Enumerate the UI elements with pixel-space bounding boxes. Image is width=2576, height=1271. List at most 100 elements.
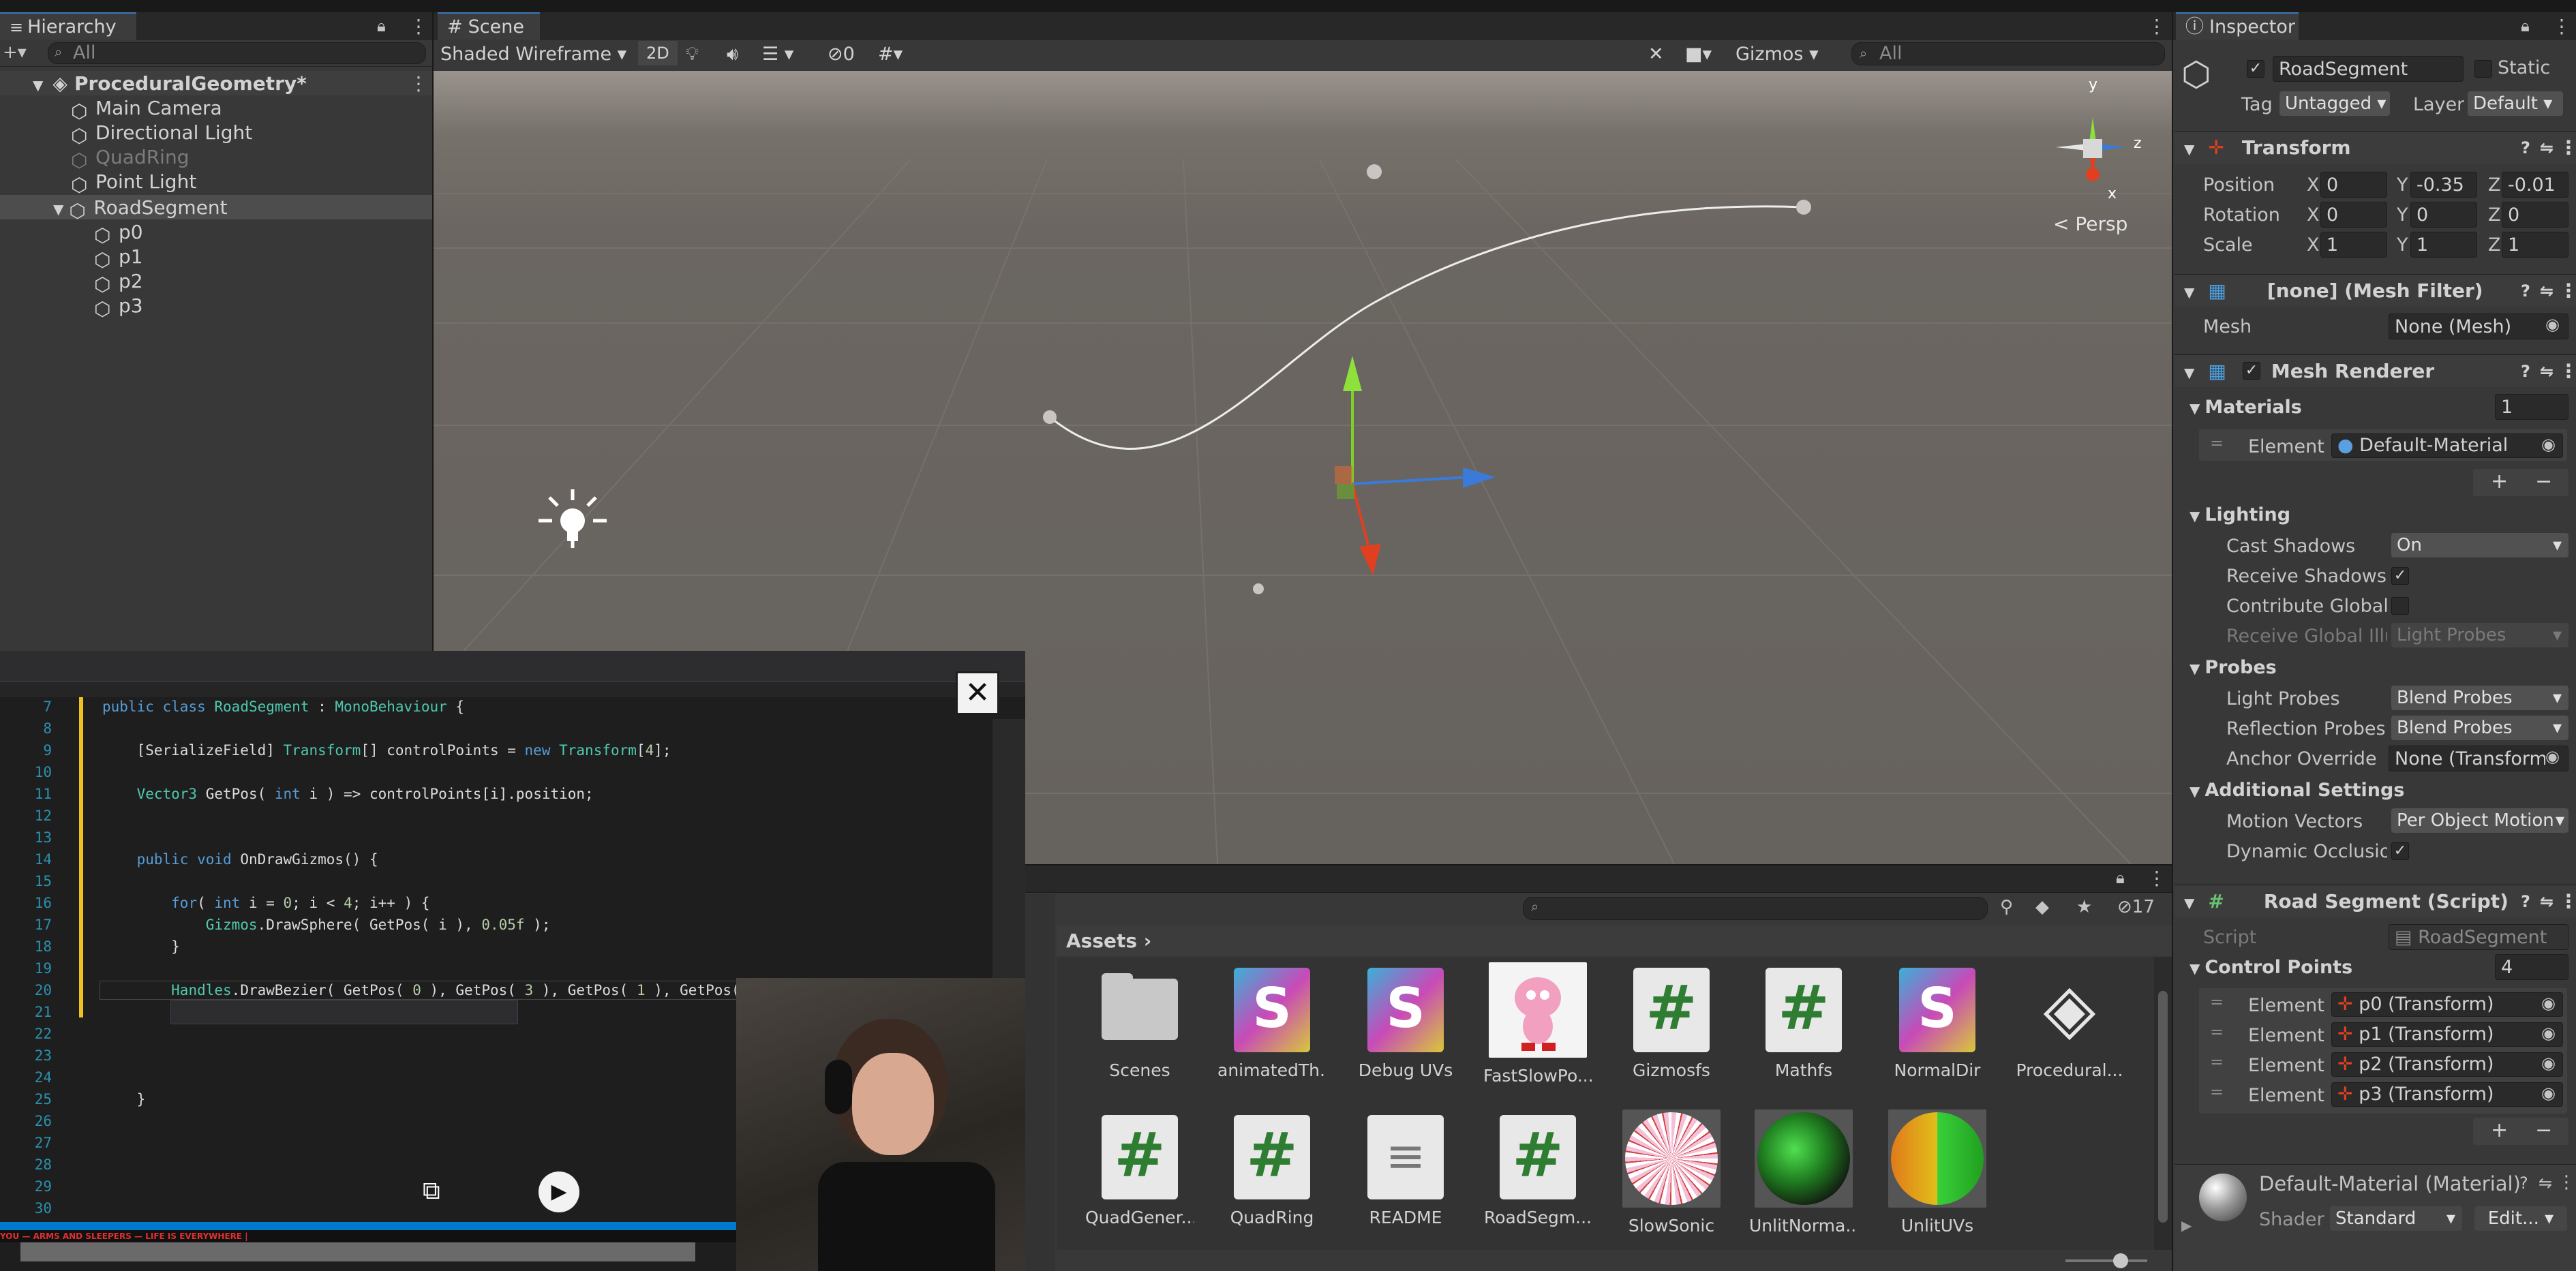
control-point-element-field[interactable]: ✛ p1 (Transform) [2331,1022,2563,1047]
control-point-p3[interactable] [1796,200,1811,215]
help-icon[interactable]: ? [2521,275,2530,307]
drag-handle-icon[interactable]: = [2210,1082,2224,1101]
contribute-gi-checkbox[interactable] [2391,597,2409,615]
lighting-toggle-icon[interactable]: 💡︎ [686,41,699,68]
drag-handle-icon[interactable]: = [2210,992,2224,1011]
code-line[interactable]: } [102,1091,146,1107]
hierarchy-item-p1[interactable]: ⬡ p1 [94,245,143,271]
more-menu-icon[interactable]: ⋮ [2559,275,2576,307]
add-element-button[interactable]: + − [2473,469,2569,496]
hierarchy-item-point-light[interactable]: ⬡ Point Light [71,170,196,196]
icon-size-slider[interactable] [2065,1253,2147,1268]
control-point-p2[interactable] [1253,583,1264,594]
directional-light-icon[interactable] [539,489,607,548]
position-x-field[interactable]: 0 [2320,172,2387,198]
scale-z-field[interactable]: 1 [2502,232,2569,258]
favorite-icon[interactable]: ★ [2076,897,2092,917]
help-icon[interactable]: ? [2521,355,2530,388]
effects-toggle-icon[interactable]: ☰ ▾ [762,41,793,68]
motion-vectors-dropdown[interactable]: Per Object Motion ▾ [2391,808,2569,833]
tag-dropdown[interactable]: Untagged ▾ [2279,91,2390,116]
help-icon[interactable]: ? [2521,132,2530,164]
filter-by-label-icon[interactable]: ◆ [2035,897,2049,917]
road-segment-header[interactable]: ▼ # Road Segment (Script)? ⇋ ⋮ [2175,885,2576,917]
asset-normaldir[interactable]: S NormalDir [1883,968,1992,1080]
hierarchy-item-quadring[interactable]: ⬡ QuadRing [71,146,189,172]
rotation-y-field[interactable]: 0 [2410,202,2477,228]
mesh-renderer-header[interactable]: ▼ ▦ ✓ Mesh Renderer? ⇋ ⋮ [2175,354,2576,387]
tab-scene[interactable]: # Scene [438,12,540,40]
tab-inspector[interactable]: ⓘ Inspector [2176,12,2299,40]
breadcrumb[interactable]: Assets › [1066,930,1151,952]
asset-quadgener[interactable]: # QuadGener... [1085,1115,1194,1227]
transform-header[interactable]: ▼ ✛ Transform? ⇋ ⋮ [2175,131,2576,164]
control-point-p1[interactable] [1367,164,1382,179]
more-menu-icon[interactable]: ⋮ [409,15,428,37]
control-point-element-field[interactable]: ✛ p3 (Transform) [2331,1082,2563,1107]
hierarchy-item-p2[interactable]: ⬡ p2 [94,270,143,296]
code-line[interactable]: [SerializeField] Transform[] controlPoin… [102,742,671,759]
active-checkbox[interactable]: ✓ [2247,60,2264,78]
grid-toggle-icon[interactable]: #▾ [878,41,903,68]
shader-dropdown[interactable]: Standard ▾ [2330,1206,2462,1231]
close-overlay-button[interactable]: ✕ [956,671,999,715]
screenshot-icon[interactable]: ⧉ [423,1177,453,1205]
drag-handle-icon[interactable]: = [2210,433,2224,453]
lock-icon[interactable]: 🔒︎ [377,16,386,35]
code-line[interactable]: Handles.DrawBezier( GetPos( 0 ), GetPos(… [102,982,843,998]
2d-toggle[interactable]: 2D [638,41,678,65]
drag-handle-icon[interactable]: = [2210,1022,2224,1041]
receive-shadows-checkbox[interactable]: ✓ [2391,567,2409,585]
more-menu-icon[interactable]: ⋮ [2147,15,2166,37]
orientation-gizmo[interactable] [2056,117,2125,181]
position-y-field[interactable]: -0.35 [2410,172,2477,198]
drag-handle-icon[interactable]: = [2210,1052,2224,1071]
more-menu-icon[interactable]: ⋮ [2558,1172,2575,1193]
tab-hierarchy[interactable]: ≡ Hierarchy [0,12,136,40]
cast-shadows-dropdown[interactable]: On ▾ [2391,533,2569,557]
mesh-field[interactable]: None (Mesh) [2389,313,2569,339]
video-progress-bar[interactable] [20,1242,695,1261]
asset-quadring[interactable]: # QuadRing [1217,1115,1327,1227]
preset-icon[interactable]: ⇋ [2540,275,2554,307]
preset-icon[interactable]: ⇋ [2540,355,2554,388]
more-menu-icon[interactable]: ⋮ [2559,355,2576,388]
object-picker-icon[interactable]: ◉ [2545,747,2560,766]
preset-icon[interactable]: ⇋ [2540,885,2554,918]
control-point-element-field[interactable]: ✛ p0 (Transform) [2331,992,2563,1017]
asset-debug-uvs[interactable]: S Debug UVs [1351,968,1460,1080]
project-search-input[interactable] [1523,897,1988,920]
object-picker-icon[interactable]: ◉ [2541,1024,2556,1043]
lighting-label[interactable]: ▼ Lighting [2189,504,2290,525]
hierarchy-search-input[interactable]: All [48,42,426,64]
asset-procedural[interactable]: ◈ Procedural... [2015,968,2124,1080]
asset-roadsegm[interactable]: # RoadSegm... [1483,1115,1592,1227]
position-z-field[interactable]: -0.01 [2502,172,2569,198]
more-menu-icon[interactable]: ⋮ [2147,867,2166,889]
video-overlay[interactable]: 7 public class RoadSegment : MonoBehaviou… [0,651,1025,1271]
help-icon[interactable]: ? [2519,1174,2528,1193]
anchor-override-field[interactable]: None (Transform [2389,746,2569,771]
lock-icon[interactable]: 🔒︎ [2521,16,2530,35]
hierarchy-item-main-camera[interactable]: ⬡ Main Camera [71,97,222,123]
code-line[interactable]: public void OnDrawGizmos() { [102,851,378,868]
materials-count-field[interactable]: 1 [2495,394,2569,420]
object-picker-icon[interactable]: ◉ [2545,315,2560,334]
code-line[interactable]: public class RoadSegment : MonoBehaviour… [102,699,464,715]
materials-label[interactable]: ▼ Materials [2189,397,2302,418]
control-point-p0[interactable] [1043,410,1057,424]
object-picker-icon[interactable]: ◉ [2541,994,2556,1013]
asset-unlituvs[interactable]: UnlitUVs [1883,1109,1992,1236]
control-points-count-field[interactable]: 4 [2495,954,2569,980]
hierarchy-item-directional-light[interactable]: ⬡ Directional Light [71,121,252,147]
control-points-label[interactable]: ▼ Control Points [2189,957,2352,978]
mesh-renderer-enabled-checkbox[interactable]: ✓ [2243,362,2260,380]
object-picker-icon[interactable]: ◉ [2541,1054,2556,1073]
rotation-x-field[interactable]: 0 [2320,202,2387,228]
more-menu-icon[interactable]: ⋮ [2559,132,2576,164]
asset-slowsonic[interactable]: SlowSonic [1617,1109,1726,1236]
additional-settings-label[interactable]: ▼ Additional Settings [2189,780,2404,801]
play-button[interactable]: ▶ [539,1172,579,1212]
scene-more-icon[interactable]: ⋮ [409,72,428,95]
asset-scenes[interactable]: Scenes [1085,968,1194,1080]
